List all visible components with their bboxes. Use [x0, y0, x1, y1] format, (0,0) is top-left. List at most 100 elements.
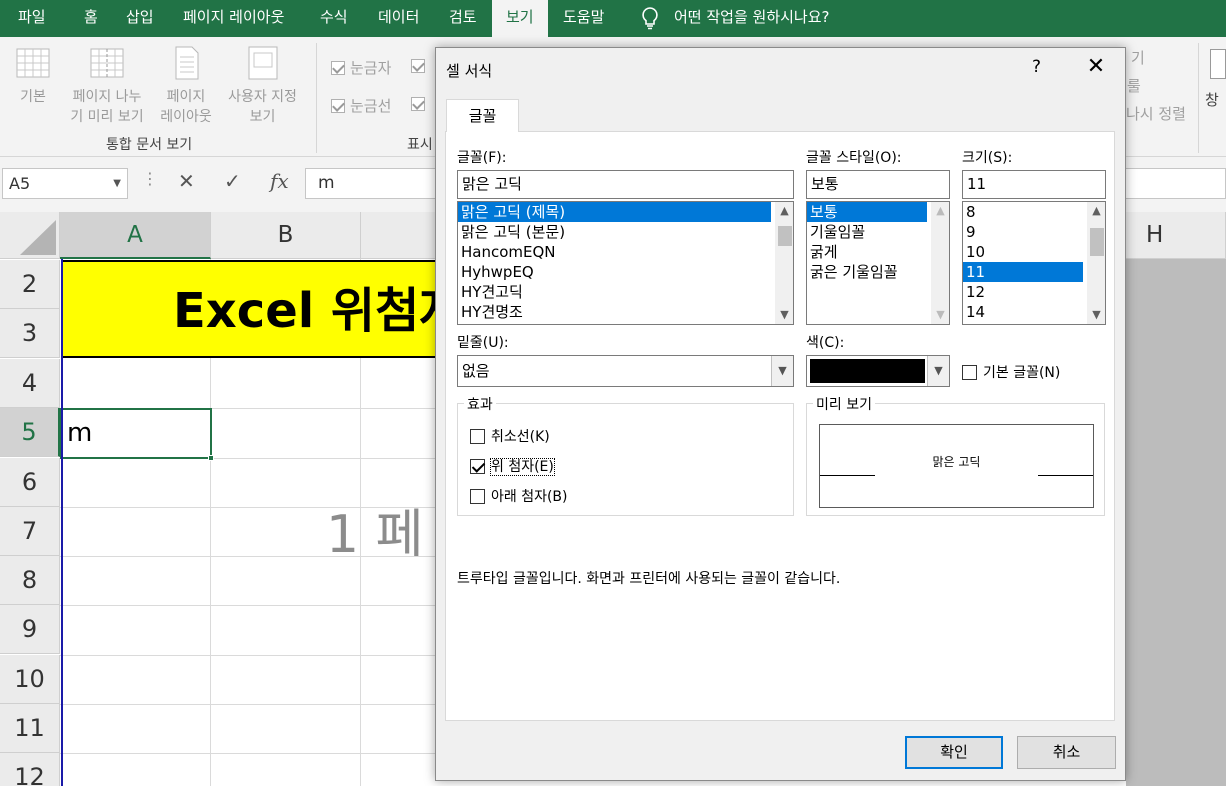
strikethrough-checkbox[interactable]: 취소선(K)	[470, 426, 550, 446]
row-header-5[interactable]: 5	[0, 408, 60, 457]
chevron-down-icon[interactable]: ▼	[1088, 306, 1105, 324]
tab-help[interactable]: 도움말	[563, 0, 604, 37]
list-item[interactable]: 12	[963, 282, 1105, 302]
underline-select[interactable]: 없음 ▼	[457, 355, 794, 387]
fill-handle[interactable]	[208, 455, 214, 461]
list-item[interactable]: HY견고딕	[458, 282, 793, 302]
column-header-b[interactable]: B	[211, 212, 361, 259]
active-cell-a5[interactable]: m	[60, 408, 214, 461]
list-item[interactable]: 10	[963, 242, 1105, 262]
group-show-label: 표시	[407, 137, 433, 153]
checkbox-checked-icon	[331, 61, 345, 75]
headings-checkbox[interactable]	[411, 95, 430, 113]
row-header-10[interactable]: 10	[0, 655, 60, 704]
help-button[interactable]: ?	[1032, 57, 1041, 77]
list-item[interactable]: 보통	[807, 202, 927, 222]
row-header-3[interactable]: 3	[0, 309, 60, 358]
chevron-down-icon[interactable]: ▼	[927, 356, 949, 386]
select-all-corner[interactable]	[0, 212, 60, 259]
list-item[interactable]: 맑은 고딕 (제목)	[458, 202, 771, 222]
custom-views-button[interactable]: 사용자 지정 보기	[220, 45, 305, 127]
font-style-list[interactable]: 보통 기울임꼴 굵게 굵은 기울임꼴 ▲ ▼	[806, 201, 950, 325]
font-list[interactable]: 맑은 고딕 (제목) 맑은 고딕 (본문) HancomEQN HyhwpEQ …	[457, 201, 794, 325]
font-style-input[interactable]: 보통	[806, 170, 950, 199]
column-header-h[interactable]: H	[1126, 212, 1226, 259]
size-list[interactable]: 8 9 10 11 12 14 ▲ ▼	[962, 201, 1106, 325]
scroll-thumb[interactable]	[778, 226, 792, 246]
font-list-scrollbar[interactable]: ▲ ▼	[775, 202, 793, 324]
ok-button[interactable]: 확인	[905, 736, 1003, 769]
chevron-down-icon[interactable]: ▼	[776, 306, 793, 324]
title-merged-cell[interactable]: Excel 위첨자	[61, 260, 441, 358]
tab-file[interactable]: 파일	[18, 0, 46, 37]
chevron-down-icon[interactable]: ▼	[771, 356, 793, 386]
list-item[interactable]: 굵게	[807, 242, 949, 262]
list-item[interactable]: 8	[963, 202, 1105, 222]
row-header-11[interactable]: 11	[0, 704, 60, 753]
cancel-entry-icon[interactable]: ✕	[178, 169, 195, 193]
ribbon-partial-text-1: 기	[1131, 49, 1145, 67]
chevron-down-icon[interactable]: ▼	[932, 306, 949, 324]
tell-me-search[interactable]: 어떤 작업을 원하시나요?	[674, 0, 830, 37]
row-header-2[interactable]: 2	[0, 260, 60, 309]
list-item[interactable]: 9	[963, 222, 1105, 242]
list-item[interactable]: 14	[963, 302, 1105, 322]
tab-page-layout[interactable]: 페이지 레이아웃	[183, 0, 284, 37]
formula-bar-checkbox[interactable]	[411, 57, 430, 75]
page-break-preview-button[interactable]: 페이지 나누 기 미리 보기	[62, 45, 152, 127]
list-item[interactable]: 11	[963, 262, 1083, 282]
menu-bar: 파일 홈 삽입 페이지 레이아웃 수식 데이터 검토 보기 도움말 어떤 작업을…	[0, 0, 1226, 37]
column-header-a[interactable]: A	[60, 212, 211, 259]
superscript-checkbox[interactable]: 위 첨자(E)	[470, 456, 555, 476]
tab-formulas[interactable]: 수식	[320, 0, 348, 37]
confirm-entry-icon[interactable]: ✓	[224, 169, 241, 193]
close-button[interactable]: ✕	[1084, 56, 1108, 80]
list-item[interactable]: HancomEQN	[458, 242, 793, 262]
size-input[interactable]: 11	[962, 170, 1106, 199]
scroll-thumb[interactable]	[1090, 228, 1104, 256]
tab-data[interactable]: 데이터	[378, 0, 419, 37]
superscript-label: 위 첨자(E)	[490, 458, 555, 476]
list-item[interactable]: 맑은 고딕 (본문)	[458, 222, 793, 242]
underline-label: 밑줄(U):	[457, 335, 509, 351]
chevron-down-icon[interactable]: ▼	[113, 169, 121, 198]
list-item[interactable]: HY견명조	[458, 302, 793, 322]
subscript-checkbox[interactable]: 아래 첨자(B)	[470, 486, 568, 506]
normal-view-button[interactable]: 기본	[8, 45, 58, 107]
name-box[interactable]: A5 ▼	[2, 168, 128, 199]
list-item[interactable]: HyhwpEQ	[458, 262, 793, 282]
row-header-4[interactable]: 4	[0, 359, 60, 408]
row-header-12[interactable]: 12	[0, 753, 60, 786]
cancel-button[interactable]: 취소	[1017, 736, 1116, 769]
insert-function-icon[interactable]: fx	[270, 169, 289, 193]
size-list-scrollbar[interactable]: ▲ ▼	[1087, 202, 1105, 324]
tab-home[interactable]: 홈	[84, 0, 98, 37]
checkbox-checked-icon	[411, 59, 425, 73]
checkbox-unchecked-icon	[962, 365, 977, 380]
more-options-icon: ⋮	[142, 169, 158, 188]
font-input[interactable]: 맑은 고딕	[457, 170, 794, 199]
font-style-scrollbar[interactable]: ▲ ▼	[931, 202, 949, 324]
page-layout-icon	[168, 45, 204, 81]
tab-insert[interactable]: 삽입	[126, 0, 154, 37]
tab-font[interactable]: 글꼴	[446, 99, 519, 132]
chevron-up-icon[interactable]: ▲	[1088, 202, 1105, 220]
normal-font-checkbox[interactable]: 기본 글꼴(N)	[962, 362, 1060, 382]
list-item[interactable]: 기울임꼴	[807, 222, 949, 242]
tab-review[interactable]: 검토	[449, 0, 477, 37]
row-header-9[interactable]: 9	[0, 605, 60, 654]
row-header-7[interactable]: 7	[0, 507, 60, 556]
chevron-up-icon[interactable]: ▲	[932, 202, 949, 220]
ribbon-separator	[1198, 43, 1199, 153]
row-header-8[interactable]: 8	[0, 556, 60, 605]
tab-view[interactable]: 보기	[492, 0, 548, 37]
ribbon-partial-text-3: 나시 정렬	[1126, 105, 1186, 123]
color-select[interactable]: ▼	[806, 355, 950, 387]
page-layout-view-button[interactable]: 페이지 레이아웃	[155, 45, 217, 127]
ruler-checkbox[interactable]: 눈금자	[331, 57, 391, 78]
preview-baseline	[1038, 475, 1093, 476]
gridlines-checkbox[interactable]: 눈금선	[331, 95, 391, 116]
list-item[interactable]: 굵은 기울임꼴	[807, 262, 949, 282]
row-header-6[interactable]: 6	[0, 458, 60, 507]
chevron-up-icon[interactable]: ▲	[776, 202, 793, 220]
